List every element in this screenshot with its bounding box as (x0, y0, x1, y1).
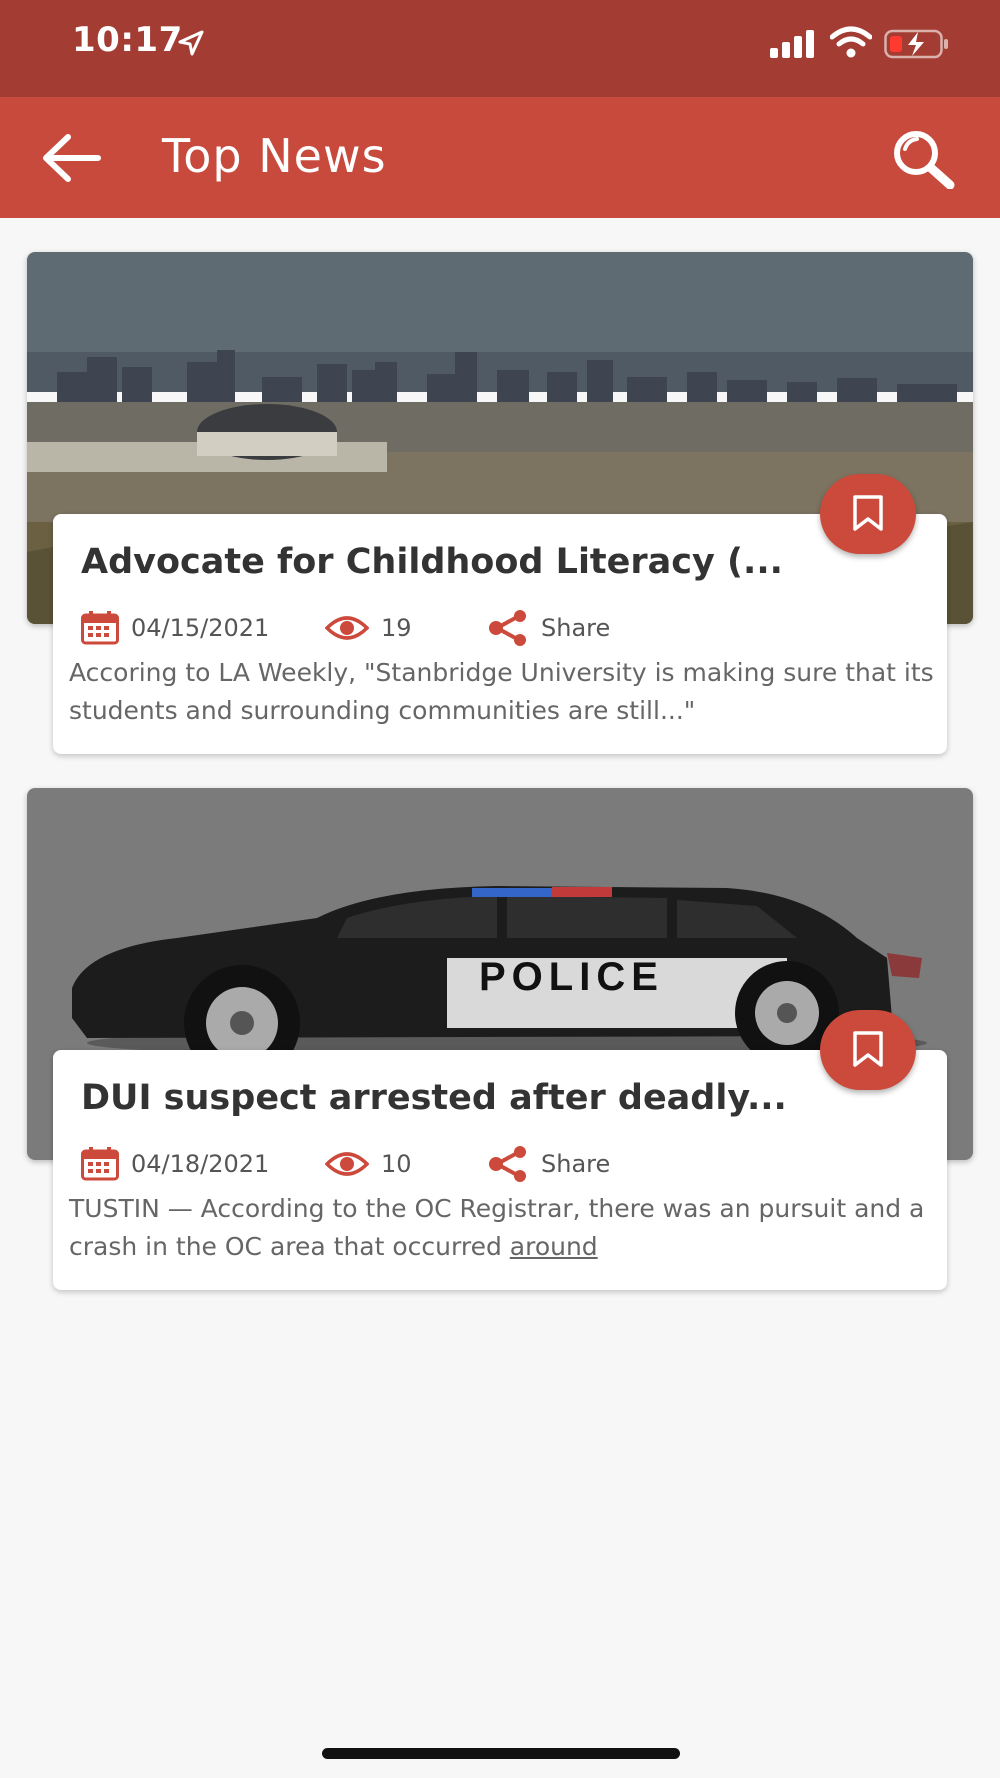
share-label: Share (541, 614, 611, 642)
news-card[interactable]: POLICE DUI suspect arrested after deadly… (27, 788, 973, 1290)
search-icon[interactable] (890, 127, 956, 189)
views-count: 10 (381, 1150, 412, 1178)
date-text: 04/15/2021 (131, 614, 270, 642)
bookmark-icon (853, 495, 883, 531)
article-date: 04/18/2021 (81, 1144, 269, 1184)
article-meta: 04/18/2021 10 Share (81, 1144, 921, 1184)
article-views: 10 (325, 1144, 412, 1184)
share-button[interactable]: Share (487, 1144, 610, 1184)
police-car-text: POLICE (479, 955, 664, 999)
share-label: Share (541, 1150, 611, 1178)
date-text: 04/18/2021 (131, 1150, 270, 1178)
bookmark-button[interactable] (820, 1010, 916, 1090)
bookmark-button[interactable] (820, 474, 916, 554)
location-arrow-icon (178, 30, 204, 56)
app-bar: Top News (0, 97, 1000, 218)
calendar-icon (81, 611, 119, 645)
home-indicator[interactable] (322, 1748, 680, 1759)
views-count: 19 (381, 614, 412, 642)
share-icon (489, 1146, 526, 1182)
bookmark-icon (853, 1031, 883, 1067)
article-title[interactable]: Advocate for Childhood Literacy (... (81, 542, 921, 582)
article-meta: 04/15/2021 19 Share (81, 608, 921, 648)
status-bar: 10:17 (0, 0, 1000, 97)
news-card-body[interactable]: DUI suspect arrested after deadly... 04/… (53, 1050, 947, 1290)
battery-charging-icon (884, 29, 948, 59)
cellular-signal-icon (770, 30, 814, 58)
article-views: 19 (325, 608, 412, 648)
wifi-icon (830, 26, 872, 58)
news-card[interactable]: Advocate for Childhood Literacy (... 04/… (27, 252, 973, 754)
news-card-body[interactable]: Advocate for Childhood Literacy (... 04/… (53, 514, 947, 754)
page-title: Top News (162, 129, 387, 183)
article-summary: TUSTIN — According to the OC Registrar, … (69, 1190, 937, 1266)
article-title[interactable]: DUI suspect arrested after deadly... (81, 1078, 921, 1118)
share-icon (489, 610, 526, 646)
status-time: 10:17 (72, 20, 183, 60)
summary-link[interactable]: around (510, 1232, 598, 1261)
article-summary: Accoring to LA Weekly, "Stanbridge Unive… (69, 658, 934, 725)
calendar-icon (81, 1147, 119, 1181)
summary-text: TUSTIN — According to the OC Registrar, … (69, 1194, 925, 1261)
article-date: 04/15/2021 (81, 608, 269, 648)
share-button[interactable]: Share (487, 608, 610, 648)
eye-icon (325, 616, 369, 640)
back-arrow-icon[interactable] (40, 131, 102, 185)
eye-icon (325, 1152, 369, 1176)
